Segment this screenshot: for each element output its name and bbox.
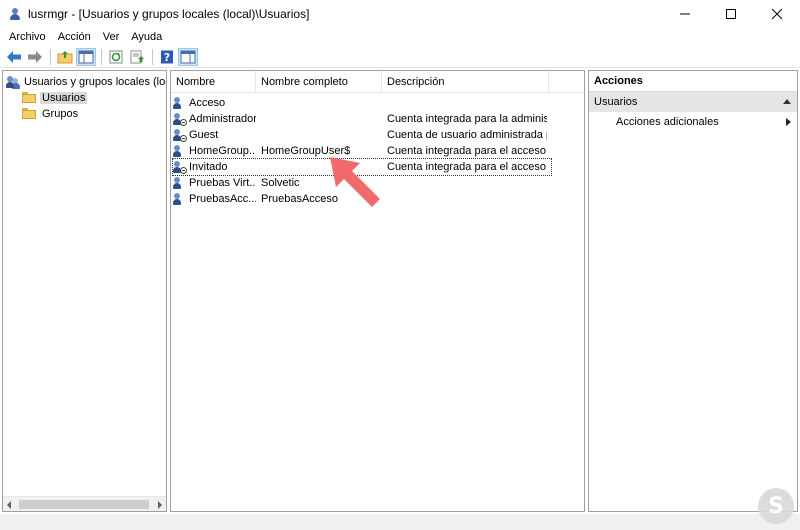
column-header-nombre[interactable]: Nombre	[171, 71, 256, 93]
back-arrow-icon	[7, 50, 21, 63]
tree-item-label: Usuarios y grupos locales (local)	[24, 76, 166, 88]
user-name: Acceso	[189, 97, 226, 109]
tree-item-root[interactable]: Usuarios y grupos locales (local)	[6, 74, 166, 90]
user-description: Cuenta integrada para el acceso c...	[387, 161, 547, 173]
users-groups-icon	[6, 76, 20, 89]
tree-item-grupos[interactable]: Grupos	[22, 106, 80, 122]
menu-ver[interactable]: Ver	[97, 31, 126, 43]
actions-section-label: Usuarios	[594, 96, 638, 108]
user-icon	[173, 96, 187, 110]
users-app-icon	[8, 7, 22, 21]
svg-text:?: ?	[164, 51, 170, 64]
user-description: Cuenta de usuario administrada p...	[387, 129, 547, 141]
menu-accion[interactable]: Acción	[52, 31, 97, 43]
scrollbar-thumb[interactable]	[19, 500, 149, 509]
window-title: lusrmgr - [Usuarios y grupos locales (lo…	[28, 7, 310, 21]
folder-icon	[22, 108, 36, 120]
users-list-pane: Nombre Nombre completo Descripción Acces…	[170, 70, 585, 512]
action-label: Acciones adicionales	[616, 116, 719, 128]
action-acciones-adicionales[interactable]: Acciones adicionales	[589, 112, 797, 132]
status-bar	[0, 514, 800, 530]
show-hide-action-pane-button[interactable]	[178, 47, 198, 66]
annotation-arrow-icon	[330, 157, 380, 207]
user-name: Pruebas Virt...	[189, 177, 256, 189]
disabled-user-icon	[173, 112, 187, 126]
up-folder-icon	[57, 50, 73, 63]
back-button[interactable]	[4, 48, 24, 66]
list-header: Nombre Nombre completo Descripción	[171, 71, 584, 93]
user-name: Invitado	[189, 161, 228, 173]
toolbar-separator	[152, 48, 153, 65]
refresh-button[interactable]	[106, 48, 126, 66]
table-row[interactable]: Guest Cuenta de usuario administrada p..…	[173, 127, 547, 143]
tree-item-label: Usuarios	[40, 92, 88, 104]
table-row[interactable]: Administrador Cuenta integrada para la a…	[173, 111, 547, 127]
horizontal-scrollbar[interactable]	[3, 496, 166, 511]
column-header-nombre-completo[interactable]: Nombre completo	[256, 71, 382, 93]
minimize-icon	[680, 13, 690, 15]
export-list-icon	[130, 50, 144, 63]
toolbar: ?	[0, 46, 800, 68]
user-description: Cuenta integrada para la administ...	[387, 113, 547, 125]
tree-item-label: Grupos	[42, 108, 79, 120]
collapse-triangle-icon[interactable]	[783, 99, 791, 104]
disabled-user-icon	[173, 160, 187, 174]
user-name: HomeGroup...	[189, 145, 256, 157]
minimize-button[interactable]	[662, 0, 708, 28]
up-folder-button[interactable]	[55, 48, 75, 66]
tree-item-usuarios[interactable]: Usuarios	[22, 90, 88, 106]
watermark-glyph: S	[768, 493, 784, 519]
maximize-icon	[726, 9, 736, 19]
table-row[interactable]: Acceso	[173, 95, 547, 111]
user-icon	[173, 192, 187, 206]
actions-section-usuarios[interactable]: Usuarios	[589, 92, 797, 112]
maximize-button[interactable]	[708, 0, 754, 28]
show-hide-tree-button[interactable]	[76, 47, 96, 66]
user-name: Administrador	[189, 113, 256, 125]
window-controls	[662, 0, 800, 28]
submenu-arrow-icon	[786, 118, 791, 126]
user-icon	[173, 176, 187, 190]
export-list-button[interactable]	[127, 48, 147, 66]
menu-archivo[interactable]: Archivo	[3, 31, 52, 43]
close-icon	[771, 8, 783, 20]
disabled-user-icon	[173, 128, 187, 142]
forward-button[interactable]	[25, 48, 45, 66]
actions-header: Acciones	[589, 71, 797, 92]
user-description: Cuenta integrada para el acceso d...	[387, 145, 547, 157]
toolbar-separator	[50, 48, 51, 65]
console-tree-pane: Usuarios y grupos locales (local) Usuari…	[2, 70, 167, 512]
user-name: Guest	[189, 129, 219, 141]
user-name: PruebasAcc...	[189, 193, 256, 205]
help-icon: ?	[161, 50, 173, 64]
scroll-right-arrow-icon[interactable]	[158, 501, 162, 509]
column-header-descripcion[interactable]: Descripción	[382, 71, 549, 93]
scroll-left-arrow-icon[interactable]	[7, 501, 11, 509]
help-button[interactable]: ?	[157, 48, 177, 66]
action-pane-icon	[180, 50, 196, 63]
close-button[interactable]	[754, 0, 800, 28]
toolbar-separator	[101, 48, 102, 65]
folder-icon	[22, 92, 36, 104]
user-icon	[173, 144, 187, 158]
menu-bar: Archivo Acción Ver Ayuda	[0, 28, 800, 46]
forward-arrow-icon	[28, 50, 42, 63]
watermark-logo: S	[758, 488, 794, 524]
refresh-icon	[109, 50, 123, 63]
actions-pane: Acciones Usuarios Acciones adicionales	[588, 70, 798, 512]
title-bar: lusrmgr - [Usuarios y grupos locales (lo…	[0, 0, 800, 28]
console-tree-icon	[78, 50, 94, 63]
menu-ayuda[interactable]: Ayuda	[125, 31, 168, 43]
